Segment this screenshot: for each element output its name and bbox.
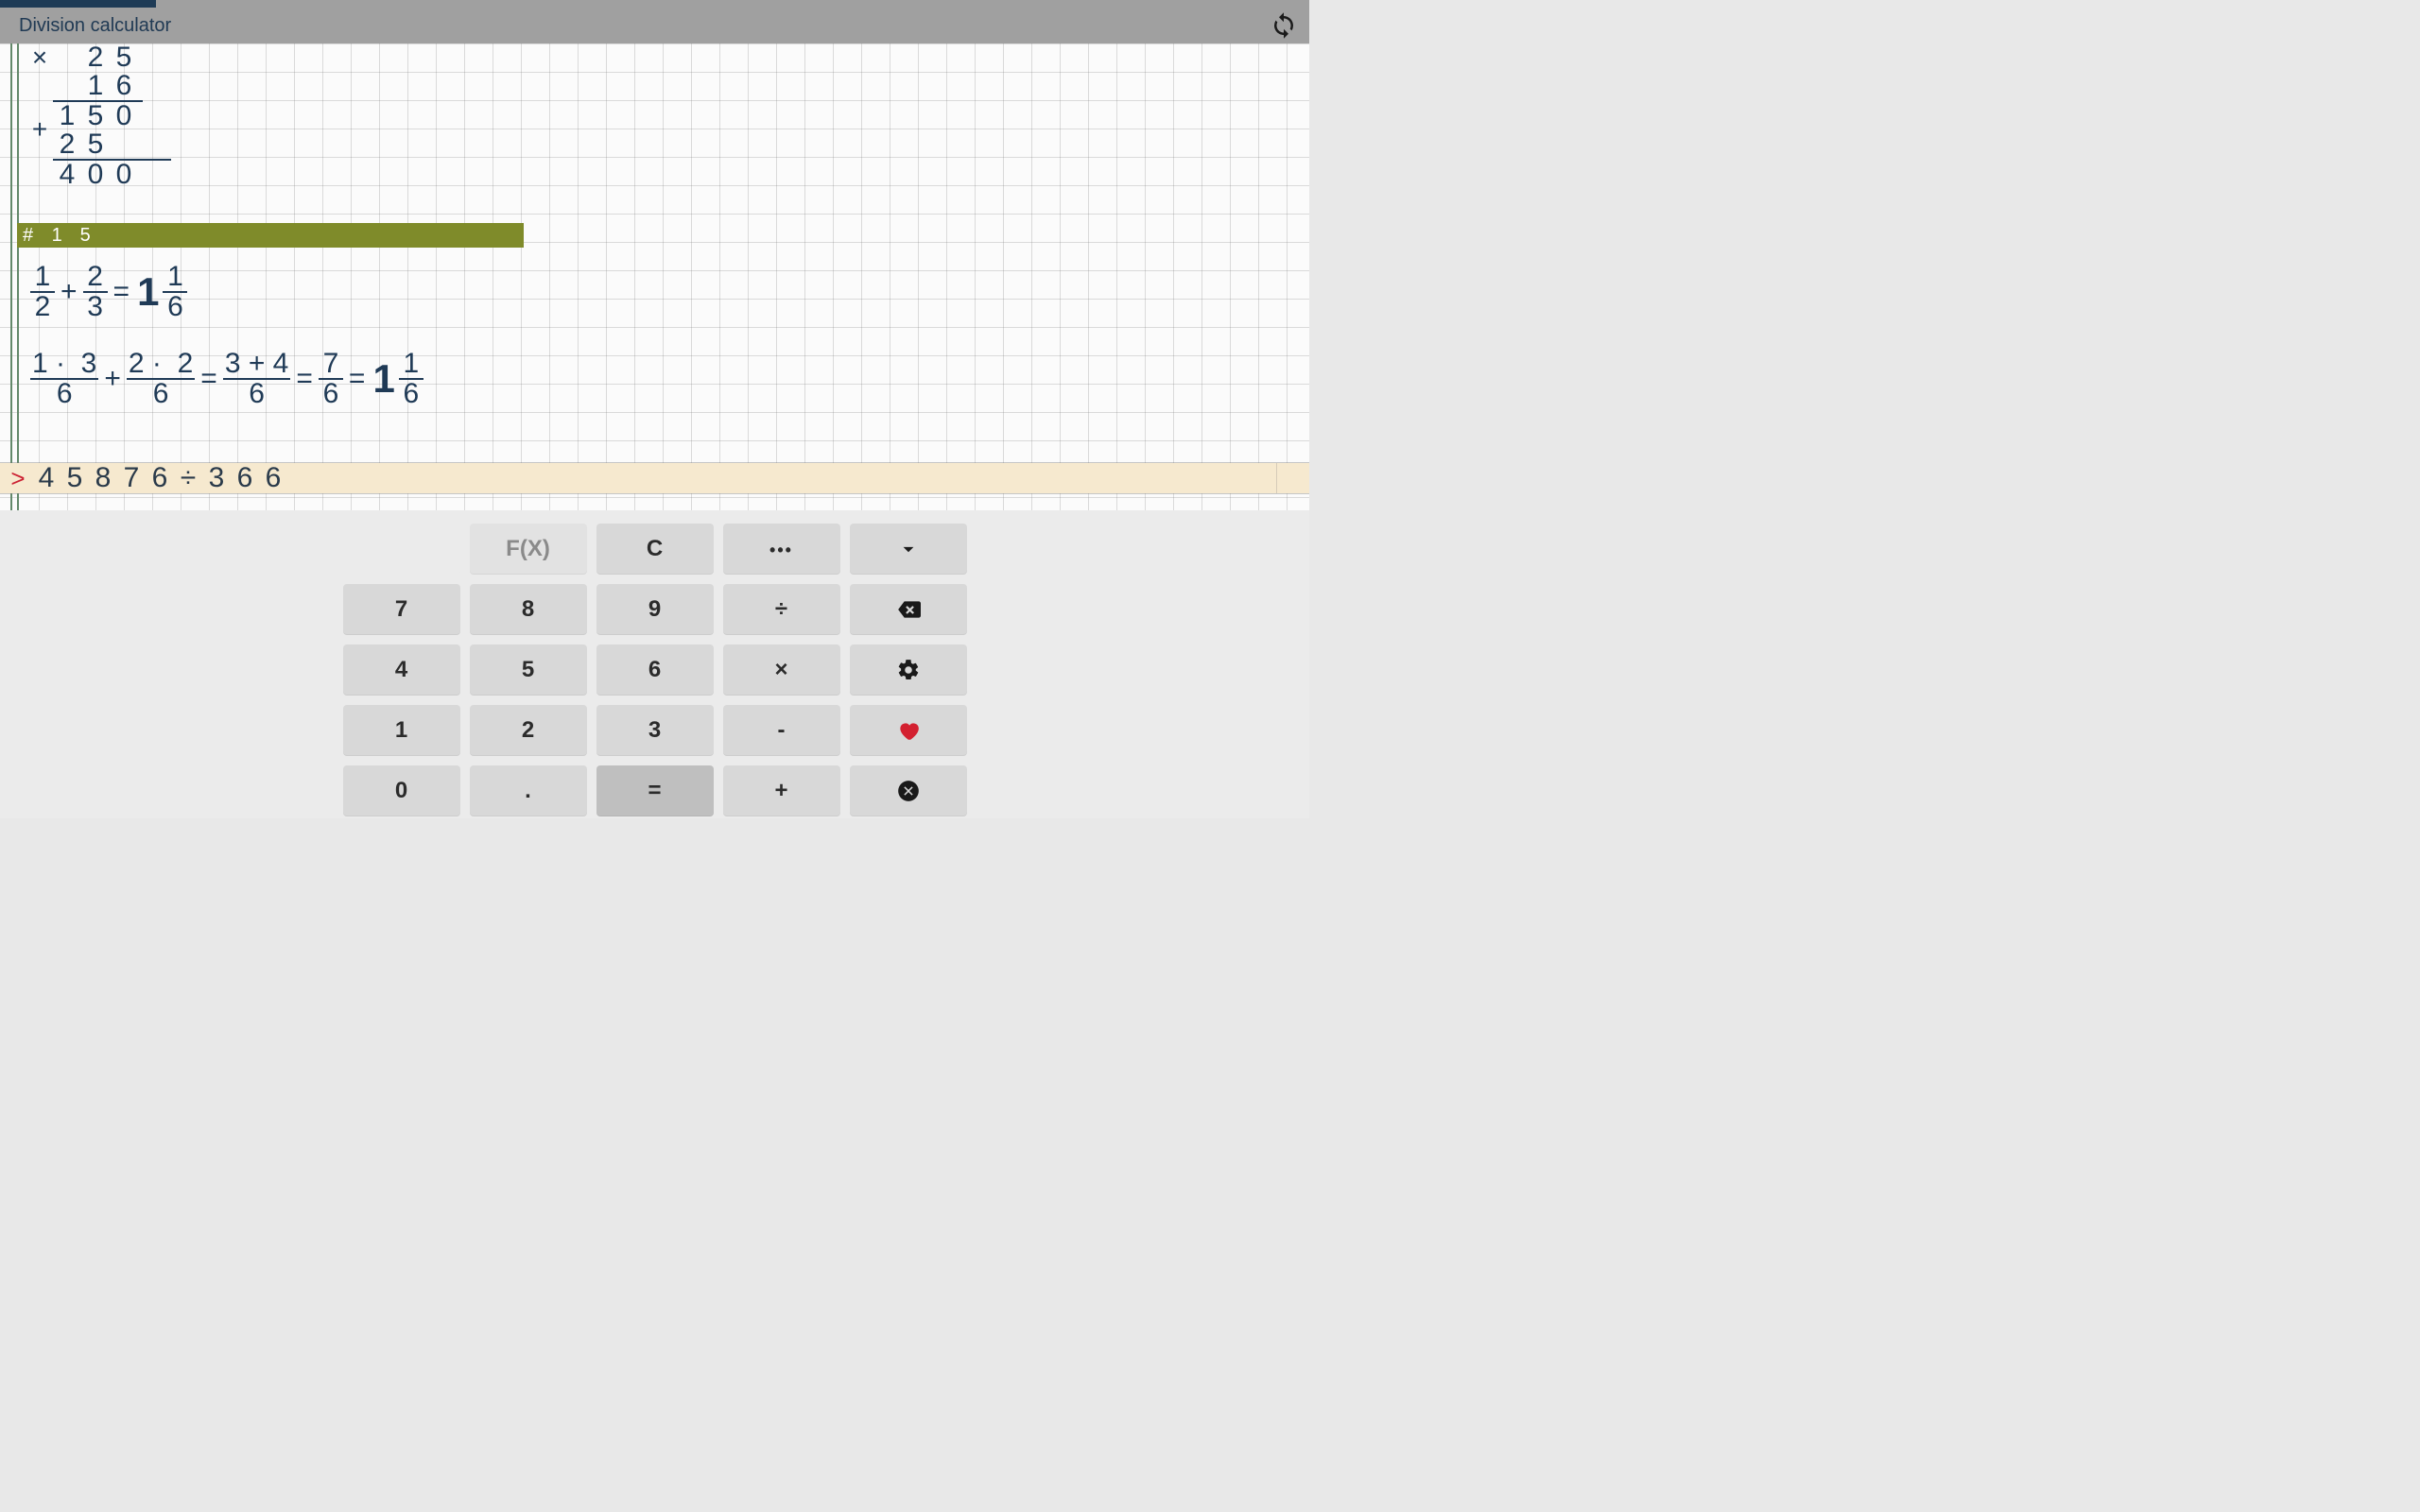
- favorite-key[interactable]: [850, 705, 967, 756]
- clear-key[interactable]: C: [596, 524, 714, 575]
- plus-symbol: +: [26, 114, 53, 145]
- margin-line: [10, 43, 12, 510]
- sync-icon: [1270, 11, 1298, 40]
- digit-0[interactable]: 0: [343, 765, 460, 816]
- prompt-symbol: >: [4, 464, 32, 493]
- function-key[interactable]: F(X): [470, 524, 587, 575]
- ellipsis-icon: [769, 536, 793, 562]
- digit-5[interactable]: 5: [470, 644, 587, 696]
- gear-icon: [896, 658, 921, 682]
- close-circle-icon: [896, 779, 921, 803]
- margin-line: [17, 43, 19, 510]
- fraction-expression-2: 1 · 36 + 2 · 26 = 3 + 46 = 76 = 1 16: [30, 350, 424, 408]
- grid-layer: [0, 43, 1309, 510]
- key-blank: [343, 524, 460, 575]
- backspace-icon: [896, 597, 921, 622]
- heart-icon: [896, 718, 921, 743]
- plus-key[interactable]: +: [723, 765, 840, 816]
- digit-3[interactable]: 3: [596, 705, 714, 756]
- decimal-key[interactable]: .: [470, 765, 587, 816]
- digit-1[interactable]: 1: [343, 705, 460, 756]
- progress-crumb: [0, 0, 1309, 8]
- page-title: Division calculator: [19, 15, 171, 37]
- digit-2[interactable]: 2: [470, 705, 587, 756]
- keypad-grid: F(X)C 789÷ 456× 123- 0.=+: [343, 524, 967, 816]
- sync-button[interactable]: [1270, 11, 1298, 40]
- fraction-expression-1: 12 + 23 = 1 16: [30, 263, 187, 321]
- settings-key[interactable]: [850, 644, 967, 696]
- multiplication-block: × 2 5 1 6 + 1 5 0 2 5 4 0 0: [26, 43, 171, 189]
- digit-7[interactable]: 7: [343, 584, 460, 635]
- times-symbol: ×: [26, 43, 53, 73]
- more-key[interactable]: [723, 524, 840, 575]
- digit-8[interactable]: 8: [470, 584, 587, 635]
- title-bar: Division calculator: [0, 8, 1309, 43]
- digit-6[interactable]: 6: [596, 644, 714, 696]
- minus-key[interactable]: -: [723, 705, 840, 756]
- equals-key[interactable]: =: [596, 765, 714, 816]
- digit-4[interactable]: 4: [343, 644, 460, 696]
- worksheet[interactable]: × 2 5 1 6 + 1 5 0 2 5 4 0 0: [0, 43, 1309, 510]
- multiply-key[interactable]: ×: [723, 644, 840, 696]
- backspace-key[interactable]: [850, 584, 967, 635]
- chevron-down-icon: [896, 537, 921, 561]
- digit-9[interactable]: 9: [596, 584, 714, 635]
- close-key[interactable]: [850, 765, 967, 816]
- step-banner: # 1 5: [17, 223, 524, 248]
- collapse-key[interactable]: [850, 524, 967, 575]
- input-row[interactable]: > 4 5 8 7 6 ÷ 3 6 6: [0, 463, 1309, 493]
- keypad-panel: F(X)C 789÷ 456× 123- 0.=+: [0, 510, 1309, 818]
- divide-key[interactable]: ÷: [723, 584, 840, 635]
